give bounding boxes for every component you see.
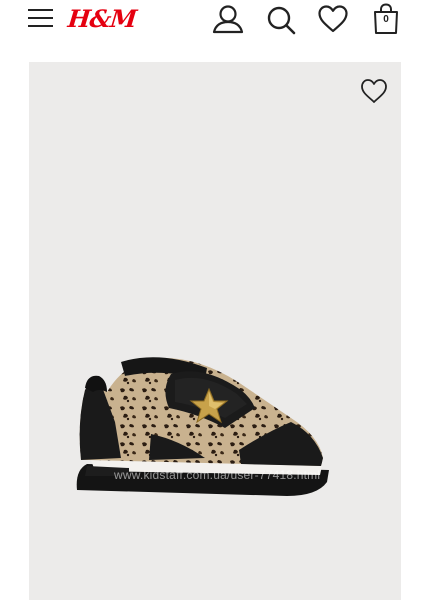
user-icon[interactable] [212,4,244,34]
site-header: H&M 0 [0,0,430,46]
watermark-text: www.kidstaff.com.ua/user-77418.html [114,468,321,482]
bag-count-badge: 0 [383,14,389,25]
search-icon[interactable] [266,5,296,35]
hm-logo[interactable]: H&M [67,3,138,35]
shopping-bag-button[interactable]: 0 [372,3,400,35]
logo-text: H&M [66,4,138,33]
heart-icon[interactable] [360,78,388,104]
product-image-container[interactable]: www.kidstaff.com.ua/user-77418.html [29,62,401,600]
sneaker-image [76,357,329,496]
heart-icon[interactable] [317,4,349,34]
hamburger-menu-icon[interactable] [28,8,54,28]
